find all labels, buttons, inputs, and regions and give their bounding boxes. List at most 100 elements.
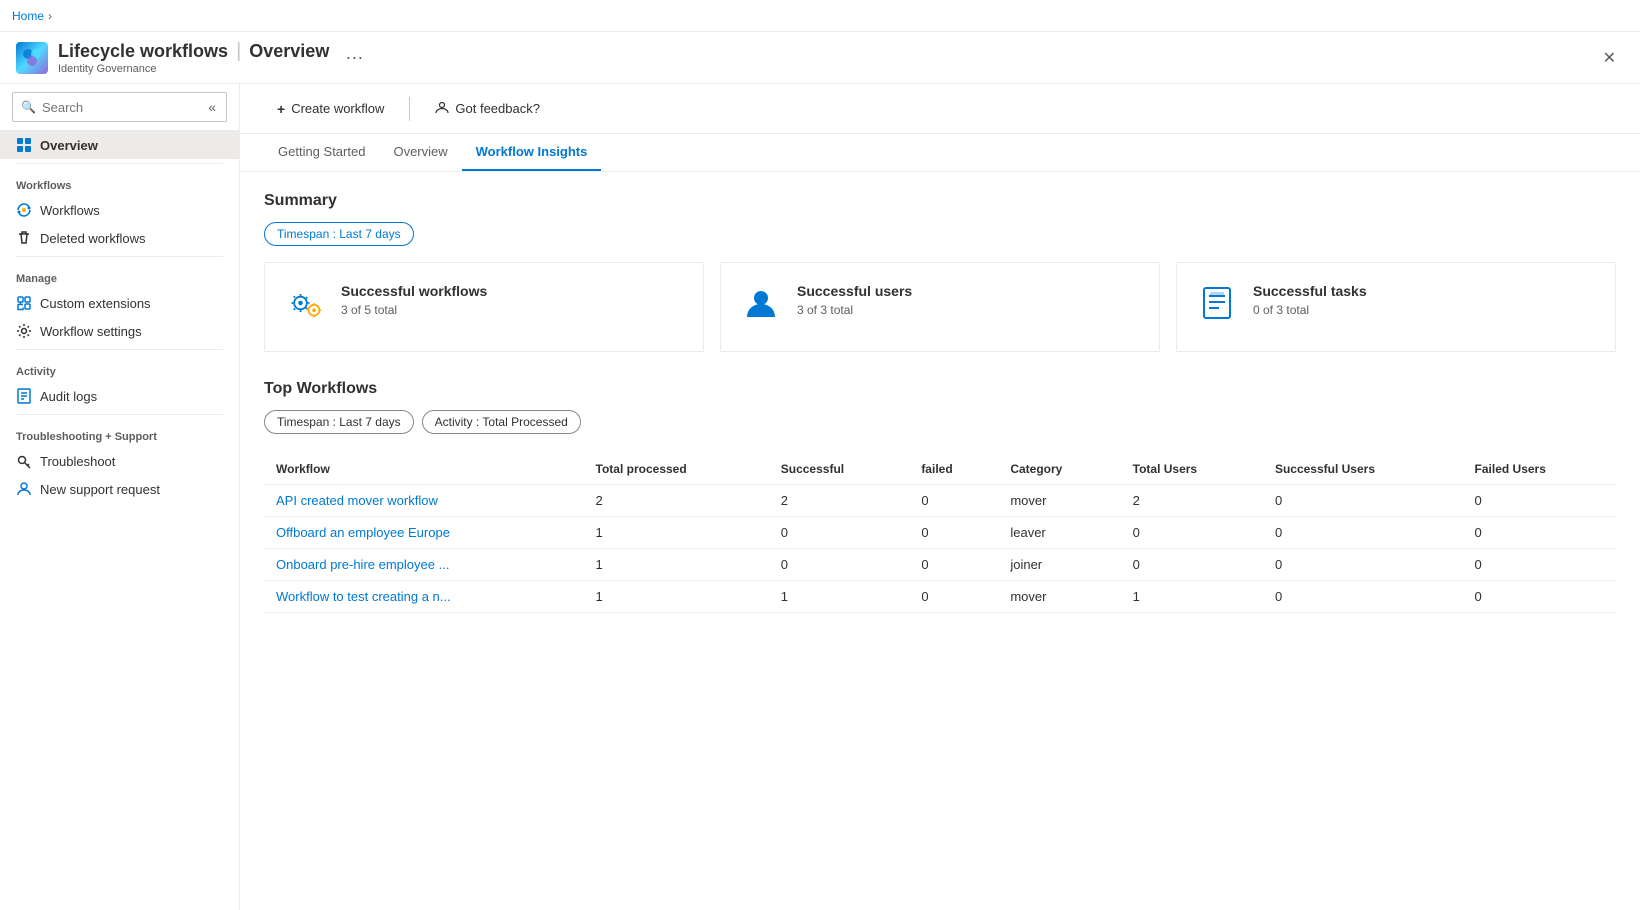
card-users: Successful users 3 of 3 total xyxy=(720,262,1160,352)
workflow-link[interactable]: API created mover workflow xyxy=(276,493,438,508)
nav-divider-1 xyxy=(16,163,223,164)
app-logo xyxy=(16,42,48,74)
sidebar-item-audit-logs[interactable]: Audit logs xyxy=(0,382,239,410)
card-workflows: Successful workflows 3 of 5 total xyxy=(264,262,704,352)
card-workflows-title: Successful workflows xyxy=(341,283,487,299)
app-title-block: Lifecycle workflows | Overview Identity … xyxy=(58,40,329,75)
cell-total-users: 1 xyxy=(1121,581,1263,613)
sidebar: 🔍 « Overview Workflows xyxy=(0,84,240,910)
workflow-link[interactable]: Offboard an employee Europe xyxy=(276,525,450,540)
content-body: Summary Timespan : Last 7 days xyxy=(240,172,1640,633)
col-total-processed: Total processed xyxy=(584,454,769,485)
col-workflow: Workflow xyxy=(264,454,584,485)
extensions-icon xyxy=(16,295,32,311)
settings-icon xyxy=(16,323,32,339)
feedback-icon xyxy=(435,100,449,117)
card-users-content: Successful users 3 of 3 total xyxy=(797,283,912,317)
workflow-link[interactable]: Onboard pre-hire employee ... xyxy=(276,557,449,572)
nav-divider-2 xyxy=(16,256,223,257)
cell-category: joiner xyxy=(998,549,1120,581)
search-box[interactable]: 🔍 « xyxy=(12,92,227,122)
cell-successful-users: 0 xyxy=(1263,485,1463,517)
workflow-link[interactable]: Workflow to test creating a n... xyxy=(276,589,451,604)
tab-workflow-insights[interactable]: Workflow Insights xyxy=(462,134,602,171)
plus-icon: + xyxy=(277,101,285,117)
logs-icon xyxy=(16,388,32,404)
page-name: Overview xyxy=(249,41,329,62)
toolbar: + Create workflow Got feedback? xyxy=(240,84,1640,134)
cell-failed-users: 0 xyxy=(1463,581,1616,613)
create-workflow-button[interactable]: + Create workflow xyxy=(264,95,397,123)
cell-successful: 0 xyxy=(769,517,910,549)
workflows-icon xyxy=(16,202,32,218)
cell-failed: 0 xyxy=(909,485,998,517)
sidebar-item-new-support-request-label: New support request xyxy=(40,482,160,497)
search-icon: 🔍 xyxy=(21,100,36,114)
cell-category: mover xyxy=(998,485,1120,517)
sidebar-item-overview[interactable]: Overview xyxy=(0,131,239,159)
tab-getting-started[interactable]: Getting Started xyxy=(264,134,379,171)
card-tasks-title: Successful tasks xyxy=(1253,283,1367,299)
summary-title: Summary xyxy=(264,192,1616,210)
cell-total-processed: 1 xyxy=(584,517,769,549)
sidebar-search-container: 🔍 « xyxy=(0,84,239,131)
home-link[interactable]: Home xyxy=(12,9,44,23)
content-area: + Create workflow Got feedback? Gett xyxy=(240,84,1640,910)
got-feedback-button[interactable]: Got feedback? xyxy=(422,94,553,123)
cell-failed: 0 xyxy=(909,581,998,613)
sidebar-item-new-support-request[interactable]: New support request xyxy=(0,475,239,503)
workflows-table: Workflow Total processed Successful fail… xyxy=(264,454,1616,613)
col-failed-users: Failed Users xyxy=(1463,454,1616,485)
collapse-sidebar-button[interactable]: « xyxy=(206,97,218,117)
col-successful-users: Successful Users xyxy=(1263,454,1463,485)
summary-cards: Successful workflows 3 of 5 total xyxy=(264,262,1616,352)
cell-total-processed: 2 xyxy=(584,485,769,517)
sidebar-item-audit-logs-label: Audit logs xyxy=(40,389,97,404)
cell-failed-users: 0 xyxy=(1463,485,1616,517)
cell-successful: 1 xyxy=(769,581,910,613)
nav-section-workflows: Workflows xyxy=(0,168,239,196)
cell-category: mover xyxy=(998,581,1120,613)
card-workflows-value: 3 of 5 total xyxy=(341,303,487,317)
cell-successful: 0 xyxy=(769,549,910,581)
tab-overview[interactable]: Overview xyxy=(379,134,461,171)
title-separator: | xyxy=(236,40,241,63)
search-input[interactable] xyxy=(42,100,200,115)
app-title: Lifecycle workflows xyxy=(58,41,228,62)
sidebar-item-custom-extensions[interactable]: Custom extensions xyxy=(0,289,239,317)
timespan-badge[interactable]: Timespan : Last 7 days xyxy=(264,222,414,246)
breadcrumb-chevron: › xyxy=(48,9,52,23)
toolbar-divider xyxy=(409,97,410,121)
col-successful: Successful xyxy=(769,454,910,485)
close-button[interactable]: ✕ xyxy=(1595,44,1624,72)
overview-icon xyxy=(16,137,32,153)
cell-category: leaver xyxy=(998,517,1120,549)
card-users-title: Successful users xyxy=(797,283,912,299)
workflow-card-icon xyxy=(285,283,325,323)
key-icon xyxy=(16,453,32,469)
filter-activity[interactable]: Activity : Total Processed xyxy=(422,410,581,434)
table-row: Workflow to test creating a n... 1 1 0 m… xyxy=(264,581,1616,613)
trash-icon xyxy=(16,230,32,246)
app-header: Lifecycle workflows | Overview Identity … xyxy=(0,32,1640,84)
sidebar-item-troubleshoot[interactable]: Troubleshoot xyxy=(0,447,239,475)
cell-total-users: 2 xyxy=(1121,485,1263,517)
more-options-button[interactable]: ··· xyxy=(339,45,369,70)
card-tasks-value: 0 of 3 total xyxy=(1253,303,1367,317)
col-failed: failed xyxy=(909,454,998,485)
sidebar-item-workflows-label: Workflows xyxy=(40,203,100,218)
card-users-value: 3 of 3 total xyxy=(797,303,912,317)
card-tasks: Successful tasks 0 of 3 total xyxy=(1176,262,1616,352)
nav-section-manage: Manage xyxy=(0,261,239,289)
nav-divider-4 xyxy=(16,414,223,415)
sidebar-item-workflow-settings[interactable]: Workflow settings xyxy=(0,317,239,345)
table-row: Onboard pre-hire employee ... 1 0 0 join… xyxy=(264,549,1616,581)
breadcrumb: Home › xyxy=(0,0,1640,32)
cell-successful-users: 0 xyxy=(1263,549,1463,581)
sidebar-item-overview-label: Overview xyxy=(40,138,98,153)
filter-timespan[interactable]: Timespan : Last 7 days xyxy=(264,410,414,434)
sidebar-item-custom-extensions-label: Custom extensions xyxy=(40,296,151,311)
card-tasks-content: Successful tasks 0 of 3 total xyxy=(1253,283,1367,317)
sidebar-item-deleted-workflows[interactable]: Deleted workflows xyxy=(0,224,239,252)
sidebar-item-workflows[interactable]: Workflows xyxy=(0,196,239,224)
